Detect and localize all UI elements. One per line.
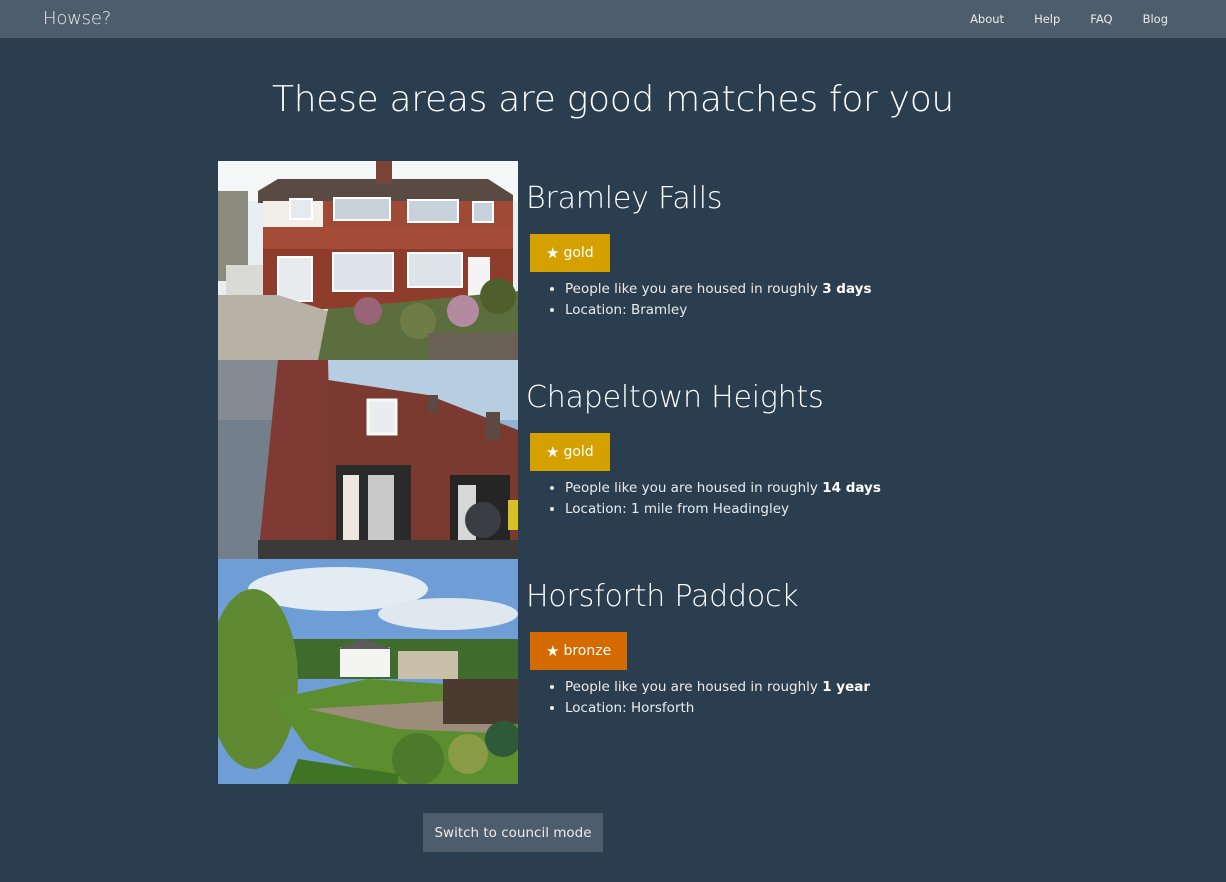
match-card-chapeltown-heights: Chapeltown Heights ★ gold People like yo…: [218, 360, 1018, 559]
location: Location: 1 mile from Headingley: [565, 499, 881, 520]
rating-label: bronze: [563, 643, 612, 659]
match-card-horsforth-paddock: Horsforth Paddock ★ bronze People like y…: [218, 559, 1018, 784]
match-facts: People like you are housed in roughly 14…: [565, 478, 881, 520]
brand-link[interactable]: Howse?: [43, 8, 111, 29]
match-facts: People like you are housed in roughly 3 …: [565, 279, 872, 321]
nav-link-faq[interactable]: FAQ: [1090, 12, 1112, 26]
switch-council-mode-button[interactable]: Switch to council mode: [423, 813, 603, 852]
nav-link-blog[interactable]: Blog: [1143, 12, 1168, 26]
match-facts: People like you are housed in roughly 1 …: [565, 677, 870, 719]
navbar: Howse? About Help FAQ Blog: [0, 0, 1226, 38]
rating-label: gold: [563, 444, 594, 460]
match-title[interactable]: Chapeltown Heights: [526, 380, 824, 415]
nav-link-help[interactable]: Help: [1034, 12, 1060, 26]
housing-time: People like you are housed in roughly 14…: [565, 478, 881, 499]
match-title[interactable]: Bramley Falls: [526, 181, 722, 216]
area-photo: [218, 161, 518, 360]
rating-badge: ★ gold: [530, 433, 610, 471]
match-title[interactable]: Horsforth Paddock: [526, 579, 799, 614]
housing-time: People like you are housed in roughly 3 …: [565, 279, 872, 300]
nav-links: About Help FAQ Blog: [940, 12, 1168, 26]
area-photo: [218, 360, 518, 559]
page-title: These areas are good matches for you: [272, 79, 954, 120]
rating-badge: ★ gold: [530, 234, 610, 272]
housing-time: People like you are housed in roughly 1 …: [565, 677, 870, 698]
star-icon: ★: [546, 443, 560, 461]
nav-link-about[interactable]: About: [970, 12, 1004, 26]
star-icon: ★: [546, 642, 560, 660]
rating-label: gold: [563, 245, 594, 261]
area-photo: [218, 559, 518, 784]
rating-badge: ★ bronze: [530, 632, 628, 670]
star-icon: ★: [546, 244, 560, 262]
location: Location: Bramley: [565, 300, 872, 321]
location: Location: Horsforth: [565, 698, 870, 719]
match-card-bramley-falls: Bramley Falls ★ gold People like you are…: [218, 161, 1018, 360]
